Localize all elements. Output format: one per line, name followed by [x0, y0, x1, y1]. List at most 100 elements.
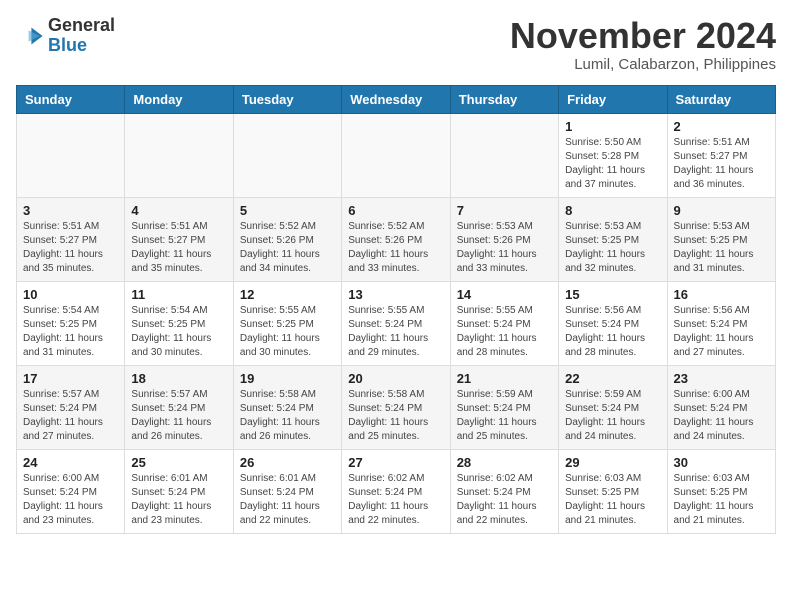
- calendar-cell: 19 Sunrise: 5:58 AM Sunset: 5:24 PM Dayli…: [233, 365, 341, 449]
- weekday-header-saturday: Saturday: [667, 85, 775, 113]
- day-info: Sunrise: 6:01 AM Sunset: 5:24 PM Dayligh…: [240, 472, 335, 528]
- day-info: Sunrise: 5:52 AM Sunset: 5:26 PM Dayligh…: [348, 220, 443, 276]
- day-info: Sunrise: 6:03 AM Sunset: 5:25 PM Dayligh…: [674, 472, 769, 528]
- calendar-cell: 15 Sunrise: 5:56 AM Sunset: 5:24 PM Dayli…: [559, 281, 667, 365]
- day-number: 3: [23, 203, 118, 218]
- calendar-cell: 11Sunrise: 5:54 AM Sunset: 5:25 PM Dayli…: [125, 281, 233, 365]
- day-number: 10: [23, 287, 118, 302]
- day-info: Sunrise: 6:02 AM Sunset: 5:24 PM Dayligh…: [457, 472, 552, 528]
- day-info: Sunrise: 5:51 AM Sunset: 5:27 PM Dayligh…: [131, 220, 226, 276]
- day-info: Sunrise: 6:02 AM Sunset: 5:24 PM Dayligh…: [348, 472, 443, 528]
- calendar-cell: 29Sunrise: 6:03 AM Sunset: 5:25 PM Dayli…: [559, 449, 667, 533]
- day-number: 26: [240, 455, 335, 470]
- calendar-cell: 26 Sunrise: 6:01 AM Sunset: 5:24 PM Dayli…: [233, 449, 341, 533]
- day-info: Sunrise: 6:01 AM Sunset: 5:24 PM Dayligh…: [131, 472, 226, 528]
- calendar-cell: 13 Sunrise: 5:55 AM Sunset: 5:24 PM Dayli…: [342, 281, 450, 365]
- week-row-1: 1 Sunrise: 5:50 AM Sunset: 5:28 PM Daylig…: [17, 113, 776, 197]
- day-number: 5: [240, 203, 335, 218]
- day-info: Sunrise: 5:56 AM Sunset: 5:24 PM Dayligh…: [674, 304, 769, 360]
- calendar-cell: 5 Sunrise: 5:52 AM Sunset: 5:26 PM Daylig…: [233, 197, 341, 281]
- calendar-cell: 16 Sunrise: 5:56 AM Sunset: 5:24 PM Dayli…: [667, 281, 775, 365]
- day-info: Sunrise: 5:55 AM Sunset: 5:24 PM Dayligh…: [348, 304, 443, 360]
- calendar-cell: 14 Sunrise: 5:55 AM Sunset: 5:24 PM Dayli…: [450, 281, 558, 365]
- day-info: Sunrise: 5:56 AM Sunset: 5:24 PM Dayligh…: [565, 304, 660, 360]
- calendar-cell: 6 Sunrise: 5:52 AM Sunset: 5:26 PM Daylig…: [342, 197, 450, 281]
- calendar-cell: 7 Sunrise: 5:53 AM Sunset: 5:26 PM Daylig…: [450, 197, 558, 281]
- logo-general: General: [48, 15, 115, 35]
- calendar-cell: 10 Sunrise: 5:54 AM Sunset: 5:25 PM Dayli…: [17, 281, 125, 365]
- calendar-cell: 22 Sunrise: 5:59 AM Sunset: 5:24 PM Dayli…: [559, 365, 667, 449]
- day-number: 28: [457, 455, 552, 470]
- day-number: 15: [565, 287, 660, 302]
- day-info: Sunrise: 5:54 AM Sunset: 5:25 PM Dayligh…: [23, 304, 118, 360]
- day-info: Sunrise: 5:55 AM Sunset: 5:24 PM Dayligh…: [457, 304, 552, 360]
- weekday-header-row: SundayMondayTuesdayWednesdayThursdayFrid…: [17, 85, 776, 113]
- day-info: Sunrise: 5:53 AM Sunset: 5:25 PM Dayligh…: [565, 220, 660, 276]
- day-info: Sunrise: 5:53 AM Sunset: 5:26 PM Dayligh…: [457, 220, 552, 276]
- calendar-cell: [233, 113, 341, 197]
- day-number: 19: [240, 371, 335, 386]
- day-info: Sunrise: 5:52 AM Sunset: 5:26 PM Dayligh…: [240, 220, 335, 276]
- day-info: Sunrise: 5:51 AM Sunset: 5:27 PM Dayligh…: [674, 136, 769, 192]
- weekday-header-sunday: Sunday: [17, 85, 125, 113]
- calendar-cell: 30 Sunrise: 6:03 AM Sunset: 5:25 PM Dayli…: [667, 449, 775, 533]
- day-info: Sunrise: 5:57 AM Sunset: 5:24 PM Dayligh…: [23, 388, 118, 444]
- title-block: November 2024 Lumil, Calabarzon, Philipp…: [510, 16, 776, 73]
- week-row-5: 24 Sunrise: 6:00 AM Sunset: 5:24 PM Dayli…: [17, 449, 776, 533]
- week-row-4: 17 Sunrise: 5:57 AM Sunset: 5:24 PM Dayli…: [17, 365, 776, 449]
- day-info: Sunrise: 5:51 AM Sunset: 5:27 PM Dayligh…: [23, 220, 118, 276]
- calendar-cell: 21Sunrise: 5:59 AM Sunset: 5:24 PM Dayli…: [450, 365, 558, 449]
- logo-icon: [16, 22, 44, 50]
- weekday-header-wednesday: Wednesday: [342, 85, 450, 113]
- day-number: 9: [674, 203, 769, 218]
- day-number: 12: [240, 287, 335, 302]
- day-number: 29: [565, 455, 660, 470]
- day-number: 30: [674, 455, 769, 470]
- day-info: Sunrise: 6:00 AM Sunset: 5:24 PM Dayligh…: [23, 472, 118, 528]
- day-number: 16: [674, 287, 769, 302]
- day-number: 14: [457, 287, 552, 302]
- day-number: 1: [565, 119, 660, 134]
- day-number: 4: [131, 203, 226, 218]
- calendar-cell: 17 Sunrise: 5:57 AM Sunset: 5:24 PM Dayli…: [17, 365, 125, 449]
- day-number: 20: [348, 371, 443, 386]
- calendar-cell: 18Sunrise: 5:57 AM Sunset: 5:24 PM Dayli…: [125, 365, 233, 449]
- day-number: 21: [457, 371, 552, 386]
- day-info: Sunrise: 5:59 AM Sunset: 5:24 PM Dayligh…: [565, 388, 660, 444]
- weekday-header-friday: Friday: [559, 85, 667, 113]
- calendar-cell: 23Sunrise: 6:00 AM Sunset: 5:24 PM Dayli…: [667, 365, 775, 449]
- logo-text: General Blue: [48, 16, 115, 56]
- day-number: 7: [457, 203, 552, 218]
- day-info: Sunrise: 5:58 AM Sunset: 5:24 PM Dayligh…: [348, 388, 443, 444]
- day-number: 8: [565, 203, 660, 218]
- day-info: Sunrise: 5:57 AM Sunset: 5:24 PM Dayligh…: [131, 388, 226, 444]
- day-number: 6: [348, 203, 443, 218]
- day-number: 2: [674, 119, 769, 134]
- week-row-3: 10 Sunrise: 5:54 AM Sunset: 5:25 PM Dayli…: [17, 281, 776, 365]
- calendar-cell: [17, 113, 125, 197]
- day-info: Sunrise: 5:54 AM Sunset: 5:25 PM Dayligh…: [131, 304, 226, 360]
- day-number: 13: [348, 287, 443, 302]
- day-info: Sunrise: 5:53 AM Sunset: 5:25 PM Dayligh…: [674, 220, 769, 276]
- day-info: Sunrise: 5:58 AM Sunset: 5:24 PM Dayligh…: [240, 388, 335, 444]
- location: Lumil, Calabarzon, Philippines: [510, 56, 776, 73]
- calendar-cell: 25 Sunrise: 6:01 AM Sunset: 5:24 PM Dayli…: [125, 449, 233, 533]
- month-title: November 2024: [510, 16, 776, 56]
- calendar-cell: 9 Sunrise: 5:53 AM Sunset: 5:25 PM Daylig…: [667, 197, 775, 281]
- calendar-cell: [342, 113, 450, 197]
- day-info: Sunrise: 5:50 AM Sunset: 5:28 PM Dayligh…: [565, 136, 660, 192]
- logo-blue: Blue: [48, 35, 87, 55]
- calendar-cell: 3 Sunrise: 5:51 AM Sunset: 5:27 PM Daylig…: [17, 197, 125, 281]
- day-number: 22: [565, 371, 660, 386]
- day-number: 23: [674, 371, 769, 386]
- day-number: 24: [23, 455, 118, 470]
- weekday-header-thursday: Thursday: [450, 85, 558, 113]
- calendar-cell: [450, 113, 558, 197]
- day-number: 27: [348, 455, 443, 470]
- day-info: Sunrise: 5:55 AM Sunset: 5:25 PM Dayligh…: [240, 304, 335, 360]
- calendar-cell: 2 Sunrise: 5:51 AM Sunset: 5:27 PM Daylig…: [667, 113, 775, 197]
- day-number: 17: [23, 371, 118, 386]
- calendar-cell: 4 Sunrise: 5:51 AM Sunset: 5:27 PM Daylig…: [125, 197, 233, 281]
- weekday-header-monday: Monday: [125, 85, 233, 113]
- day-number: 25: [131, 455, 226, 470]
